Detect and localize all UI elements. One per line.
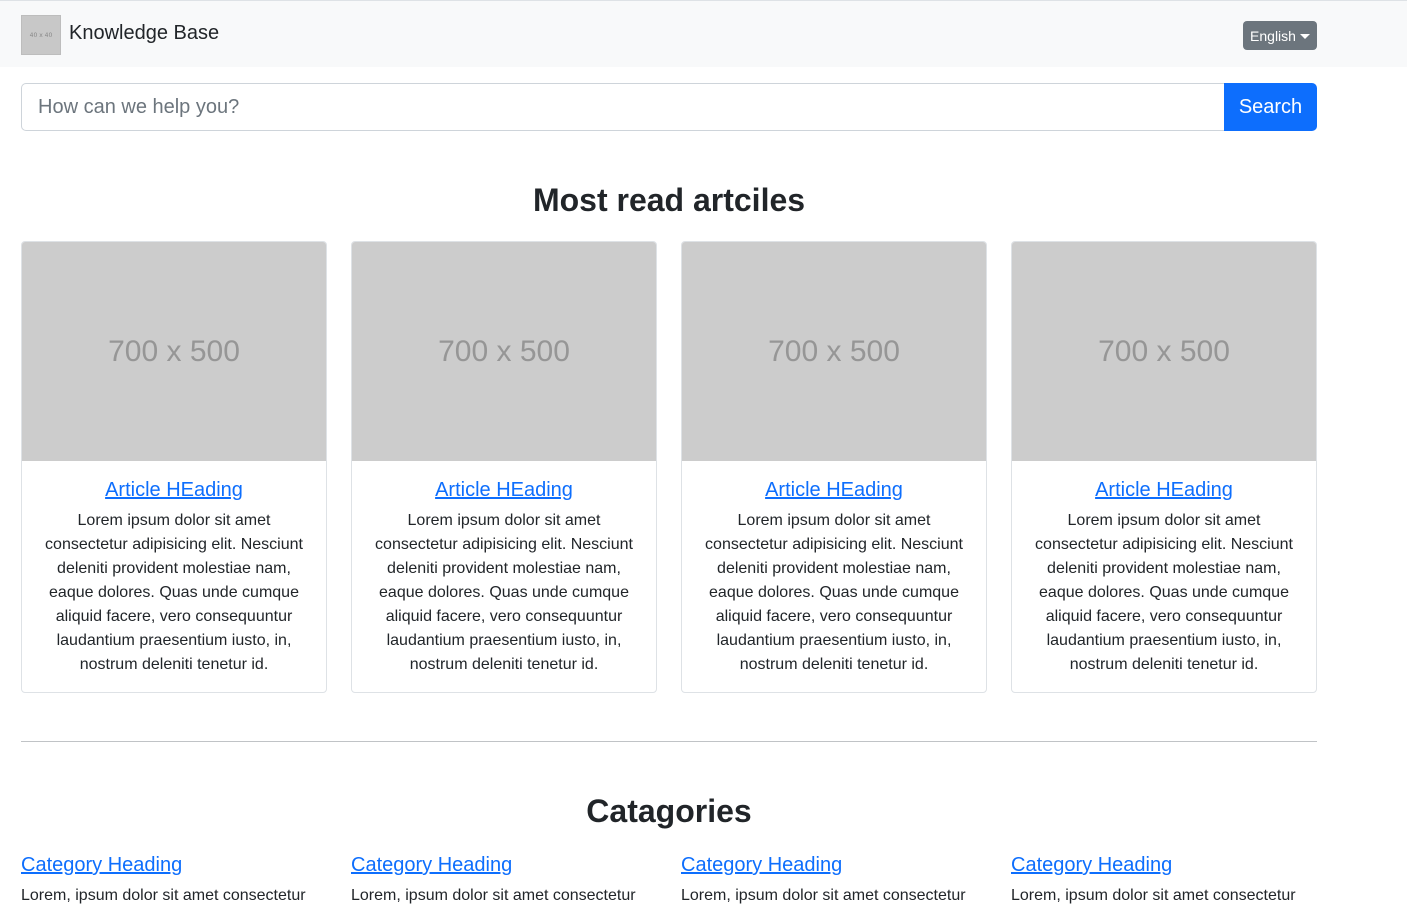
article-excerpt: Lorem ipsum dolor sit amet consectetur a… — [705, 512, 963, 673]
category-description: Lorem, ipsum dolor sit amet consectetur — [681, 887, 966, 904]
article-card: 700 x 500 Article HEading Lorem ipsum do… — [681, 241, 987, 693]
most-read-title: Most read artciles — [532, 182, 806, 218]
article-excerpt: Lorem ipsum dolor sit amet consectetur a… — [375, 512, 633, 673]
article-excerpt: Lorem ipsum dolor sit amet consectetur a… — [1035, 512, 1293, 673]
article-card: 700 x 500 Article HEading Lorem ipsum do… — [21, 241, 327, 693]
category-item: Category Heading Lorem, ipsum dolor sit … — [1011, 852, 1317, 908]
categories-title: Catagories — [586, 793, 752, 829]
category-item: Category Heading Lorem, ipsum dolor sit … — [351, 852, 657, 908]
search-input[interactable] — [21, 83, 1224, 131]
article-heading-link[interactable]: Article HEading — [696, 477, 972, 503]
article-image-placeholder: 700 x 500 — [352, 242, 656, 461]
category-item: Category Heading Lorem, ipsum dolor sit … — [681, 852, 987, 908]
language-label: English — [1250, 27, 1296, 44]
article-image-placeholder: 700 x 500 — [22, 242, 326, 461]
article-excerpt: Lorem ipsum dolor sit amet consectetur a… — [45, 512, 303, 673]
article-card: 700 x 500 Article HEading Lorem ipsum do… — [1011, 241, 1317, 693]
article-card-body: Article HEading Lorem ipsum dolor sit am… — [682, 461, 986, 677]
category-heading-link[interactable]: Category Heading — [351, 852, 657, 878]
article-card: 700 x 500 Article HEading Lorem ipsum do… — [351, 241, 657, 693]
brand-logo-image[interactable]: 40 x 40 — [21, 15, 61, 55]
caret-down-icon — [1299, 33, 1310, 39]
category-description: Lorem, ipsum dolor sit amet consectetur — [1011, 887, 1296, 904]
article-image-placeholder: 700 x 500 — [1012, 242, 1316, 461]
article-card-body: Article HEading Lorem ipsum dolor sit am… — [22, 461, 326, 677]
search-bar: Search — [21, 83, 1317, 131]
category-item: Category Heading Lorem, ipsum dolor sit … — [21, 852, 327, 908]
article-heading-link[interactable]: Article HEading — [366, 477, 642, 503]
category-heading-link[interactable]: Category Heading — [1011, 852, 1317, 878]
category-grid: Category Heading Lorem, ipsum dolor sit … — [21, 852, 1317, 908]
article-heading-link[interactable]: Article HEading — [36, 477, 312, 503]
brand-name[interactable]: Knowledge Base — [69, 20, 219, 46]
section-divider — [21, 741, 1317, 742]
language-dropdown-button[interactable]: English — [1243, 21, 1317, 50]
category-description: Lorem, ipsum dolor sit amet consectetur — [21, 887, 306, 904]
navbar: 40 x 40 Knowledge Base English — [0, 0, 1407, 67]
article-card-body: Article HEading Lorem ipsum dolor sit am… — [1012, 461, 1316, 677]
article-cards: 700 x 500 Article HEading Lorem ipsum do… — [21, 241, 1317, 693]
article-image-placeholder: 700 x 500 — [682, 242, 986, 461]
category-heading-link[interactable]: Category Heading — [21, 852, 327, 878]
category-heading-link[interactable]: Category Heading — [681, 852, 987, 878]
article-heading-link[interactable]: Article HEading — [1026, 477, 1302, 503]
search-button[interactable]: Search — [1224, 83, 1317, 131]
category-description: Lorem, ipsum dolor sit amet consectetur — [351, 887, 636, 904]
article-card-body: Article HEading Lorem ipsum dolor sit am… — [352, 461, 656, 677]
